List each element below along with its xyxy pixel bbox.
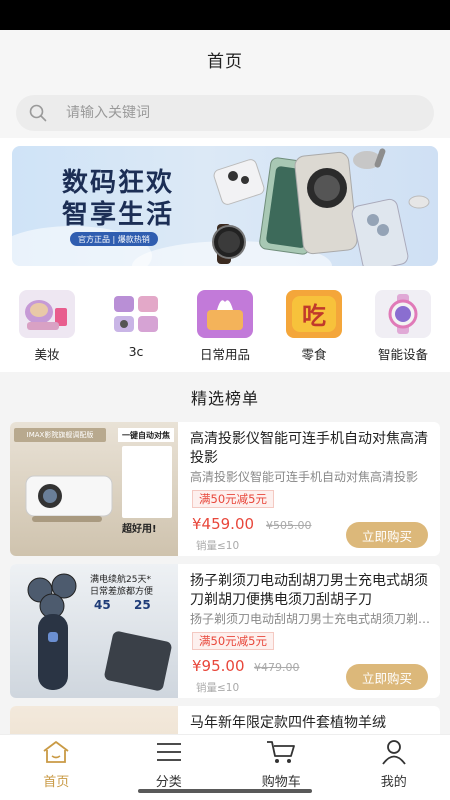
tab-label: 分类 (155, 775, 182, 790)
banner-tag-text: 官方正品 | 爆款热销 (78, 234, 150, 244)
smartwatch-icon (375, 290, 431, 338)
search-bar[interactable] (16, 95, 434, 131)
projector-image (25, 475, 113, 522)
snack-icon: 吃 (286, 290, 342, 338)
product-subtitle: 扬子剃须刀电动刮胡刀男士充电式胡须刀剃胡刀便携电须刀刮胡子刀 (190, 612, 434, 626)
category-label: 零食 (301, 347, 327, 362)
banner-headline-2: 智享生活 (62, 200, 175, 230)
tab-label: 首页 (43, 775, 70, 790)
tab-label: 购物车 (261, 775, 301, 790)
search-icon (29, 104, 47, 122)
product-card[interactable]: 马年新年限定款四件套植物羊绒 (10, 706, 440, 734)
category-daily[interactable]: 日常用品 (190, 276, 260, 372)
product-subtitle: 高清投影仪智能可连手机自动对焦高清投影 (190, 470, 419, 484)
category-snacks[interactable]: 吃 零食 (279, 276, 349, 372)
buy-now-button[interactable]: 立即购买 (346, 522, 428, 548)
search-input[interactable] (66, 105, 366, 121)
tab-label: 我的 (380, 775, 407, 790)
image-caption: 超好用! (122, 524, 157, 535)
product-image (10, 706, 178, 734)
home-indicator (138, 789, 312, 793)
product-name: 高清投影仪智能可连手机自动对焦高清投影 (190, 431, 428, 466)
product-name: 扬子剃须刀电动刮胡刀男士充电式胡须刀剃胡刀便携电须刀刮胡子刀 (190, 573, 428, 608)
tissue-box-icon (197, 290, 253, 338)
cosmetics-icon (19, 290, 75, 338)
shaver-image (27, 573, 77, 690)
section-header: 精选榜单 (0, 372, 450, 422)
promo-banner[interactable]: 数码狂欢 智享生活 官方正品 | 爆款热销 (12, 146, 438, 266)
image-caption: 一键自动对焦 (118, 428, 174, 442)
category-cosmetics[interactable]: 美妆 (12, 276, 82, 372)
product-price: ¥459.00 (192, 515, 255, 533)
section-title: 精选榜单 (190, 389, 259, 408)
category-label: 3c (128, 344, 144, 359)
coupon-badge: 满50元减5元 (192, 632, 274, 650)
category-row: 美妆 3c 日常用品 吃 零食 智能设备 (0, 276, 450, 372)
buy-now-button[interactable]: 立即购买 (346, 664, 428, 690)
product-name: 马年新年限定款四件套植物羊绒 (190, 715, 386, 731)
banner-tag: 官方正品 | 爆款热销 (70, 232, 158, 246)
category-icon (156, 743, 181, 761)
product-image: 满电续航25天* 日常差旅都方便 45 25 (10, 564, 178, 698)
product-sales: 销量≤10 (196, 540, 240, 552)
phone-image (104, 631, 172, 691)
search-area (0, 88, 450, 138)
product-card[interactable]: 满电续航25天* 日常差旅都方便 45 25 扬子剃须刀电动刮胡刀男士充电式胡须… (10, 564, 440, 698)
page-header: 首页 (0, 30, 450, 88)
electronics-icon (108, 290, 164, 338)
product-price: ¥95.00 (192, 657, 245, 675)
image-spec-panel (122, 446, 172, 518)
coupon-badge: 满50元减5元 (192, 490, 274, 508)
tab-profile[interactable]: 我的 (349, 735, 439, 800)
category-label: 日常用品 (199, 347, 250, 362)
category-smart-devices[interactable]: 智能设备 (368, 276, 438, 372)
category-3c[interactable]: 3c (101, 276, 171, 372)
product-original-price: ¥479.00 (254, 661, 300, 674)
tab-home[interactable]: 首页 (11, 735, 101, 800)
image-caption: 25 (134, 598, 151, 612)
product-card[interactable]: IMAX影院旗舰调配版 一键自动对焦 超好用! 高清投影仪智能可连手机自动对焦高… (10, 422, 440, 556)
image-caption: IMAX影院旗舰调配版 (14, 428, 106, 442)
category-label: 美妆 (34, 347, 60, 362)
product-sales: 销量≤10 (196, 682, 240, 694)
product-image: IMAX影院旗舰调配版 一键自动对焦 超好用! (10, 422, 178, 556)
devices-illustration (212, 148, 430, 266)
product-list: IMAX影院旗舰调配版 一键自动对焦 超好用! 高清投影仪智能可连手机自动对焦高… (0, 422, 450, 734)
banner-area: 数码狂欢 智享生活 官方正品 | 爆款热销 (0, 138, 450, 276)
svg-text:吃: 吃 (302, 302, 326, 330)
cart-icon (267, 741, 296, 763)
category-label: 智能设备 (377, 347, 428, 362)
page-title: 首页 (207, 51, 243, 72)
home-icon (43, 741, 69, 763)
user-icon (382, 740, 406, 765)
product-original-price: ¥505.00 (266, 519, 312, 532)
status-bar (0, 0, 450, 30)
